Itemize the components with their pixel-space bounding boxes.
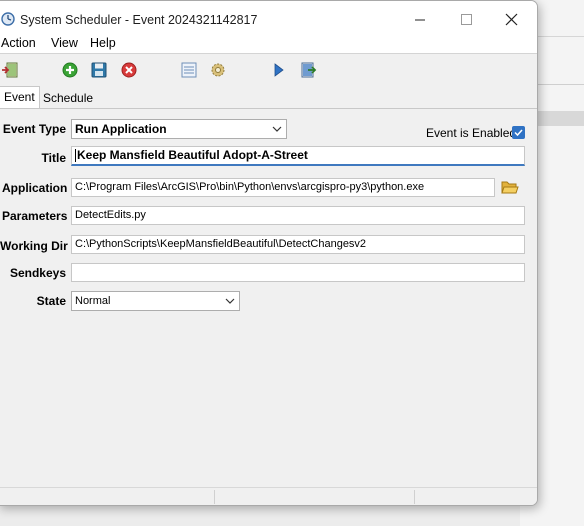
application-input[interactable]: C:\Program Files\ArcGIS\Pro\bin\Python\e… — [71, 178, 495, 197]
event-type-label: Event Type — [2, 122, 66, 136]
title-input[interactable]: Keep Mansfield Beautiful Adopt-A-Street — [71, 146, 525, 166]
event-panel: Event Type Run Application Event is Enab… — [0, 109, 537, 483]
delete-icon[interactable] — [120, 61, 138, 79]
status-divider — [214, 490, 215, 504]
parameters-value: DetectEdits.py — [75, 209, 146, 221]
tab-strip: Event Schedule — [0, 86, 537, 109]
menu-action[interactable]: Action — [1, 36, 36, 50]
application-label: Application — [2, 181, 68, 195]
list-icon[interactable] — [180, 61, 198, 79]
title-value: Keep Mansfield Beautiful Adopt-A-Street — [77, 148, 308, 162]
scheduler-window: System Scheduler - Event 2024321142817 A… — [0, 0, 538, 506]
settings-icon[interactable] — [209, 61, 227, 79]
exit-icon[interactable] — [1, 61, 19, 79]
event-type-select[interactable]: Run Application — [71, 119, 287, 139]
status-divider — [414, 490, 415, 504]
parameters-input[interactable]: DetectEdits.py — [71, 206, 525, 225]
chevron-down-icon — [225, 298, 235, 304]
state-select[interactable]: Normal — [71, 291, 240, 311]
add-icon[interactable] — [61, 61, 79, 79]
tab-event[interactable]: Event — [0, 86, 40, 109]
save-icon[interactable] — [90, 61, 108, 79]
event-type-value: Run Application — [75, 122, 167, 136]
menu-view[interactable]: View — [51, 36, 78, 50]
application-value: C:\Program Files\ArcGIS\Pro\bin\Python\e… — [75, 181, 425, 193]
state-value: Normal — [75, 295, 111, 307]
event-enabled-label: Event is Enabled — [426, 126, 517, 140]
working-dir-label: Working Dir — [0, 239, 68, 253]
chevron-down-icon — [272, 126, 282, 132]
text-caret — [75, 149, 76, 163]
sendkeys-input[interactable] — [71, 263, 525, 282]
open-folder-icon[interactable] — [501, 179, 519, 195]
state-label: State — [36, 294, 66, 308]
menu-help[interactable]: Help — [90, 36, 116, 50]
menu-bar: Action View Help — [0, 31, 537, 54]
status-bar — [0, 487, 537, 505]
parameters-label: Parameters — [2, 209, 68, 223]
working-dir-input[interactable]: C:\PythonScripts\KeepMansfieldBeautiful\… — [71, 235, 525, 254]
working-dir-value: C:\PythonScripts\KeepMansfieldBeautiful\… — [75, 238, 367, 250]
toolbar — [0, 54, 537, 86]
clock-app-icon — [1, 12, 15, 26]
window-title: System Scheduler - Event 2024321142817 — [20, 13, 258, 27]
run-icon[interactable] — [269, 61, 287, 79]
title-label: Title — [41, 151, 66, 165]
export-icon[interactable] — [299, 61, 317, 79]
checkmark-icon — [514, 129, 523, 137]
sendkeys-label: Sendkeys — [9, 266, 66, 280]
event-enabled-checkbox[interactable] — [512, 126, 525, 139]
tab-schedule[interactable]: Schedule — [39, 89, 97, 108]
